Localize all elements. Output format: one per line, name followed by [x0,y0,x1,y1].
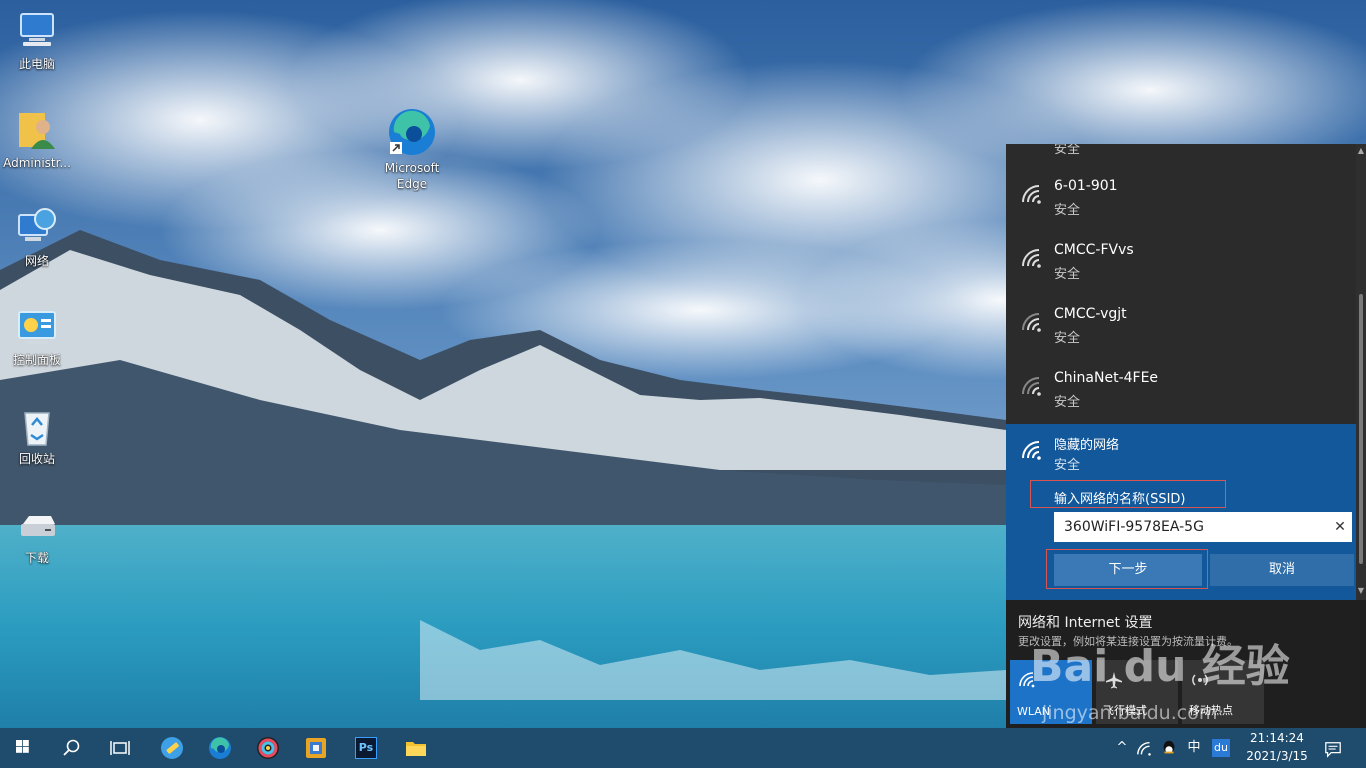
hidden-network-security: 安全 [1054,458,1081,473]
desktop-icon-edge[interactable]: Microsoft Edge [376,106,448,192]
desktop-icon-network[interactable]: 网络 [1,207,73,269]
user-folder-icon [15,109,59,153]
taskbar-app-color[interactable] [244,728,292,768]
clear-icon[interactable]: ✕ [1330,517,1350,537]
taskbar-clock[interactable]: 21:14:24 2021/3/15 [1244,728,1310,768]
taskbar-app-file-explorer[interactable] [392,728,440,768]
next-button[interactable]: 下一步 [1054,554,1202,586]
taskbar-app-photoshop[interactable]: Ps [342,728,390,768]
desktop-icon-control-panel[interactable]: 控制面板 [1,306,73,368]
clock-time: 21:14:24 [1250,731,1304,745]
start-icon [16,740,29,753]
network-flyout: 安全 6-01-901 安全 CMCC-FVvs 安全 CMCC-vgjt 安全… [1006,144,1366,728]
wifi-status-icon[interactable] [1136,740,1154,758]
task-view-icon [110,741,130,755]
desktop-icon-label: Administr... [3,156,71,170]
edge-icon [209,737,231,759]
search-icon [63,739,80,756]
network-ssid: CMCC-vgjt [1054,306,1127,322]
action-center-icon[interactable] [1324,740,1342,758]
wifi-icon [1022,313,1041,332]
partial-security-text: 安全 [1054,144,1081,157]
wifi-icon [1022,377,1041,396]
network-security: 安全 [1054,331,1081,346]
wifi-icon [1022,441,1041,460]
network-settings-link[interactable]: 网络和 Internet 设置 [1018,612,1153,632]
qq-icon[interactable] [1160,739,1178,757]
network-security: 安全 [1054,267,1081,282]
quick-action-label: 移动热点 [1189,704,1233,717]
taskbar: Ps ^ 中 du 21:14:24 2021/3/15 [0,728,1366,768]
desktop-icon-this-pc[interactable]: 此电脑 [1,10,73,72]
quick-action-mobile-hotspot[interactable]: 移动热点 [1182,660,1264,724]
file-explorer-icon [406,742,426,756]
desktop-icon-label: 此电脑 [18,57,55,71]
flyout-scrollbar[interactable]: ▲ ▼ [1356,144,1366,600]
ime-indicator[interactable]: 中 [1184,728,1204,768]
hotspot-icon [1192,674,1208,686]
desktop-icon-label: Microsoft Edge [384,161,440,191]
photoshop-icon: Ps [355,737,377,759]
edge-icon [386,106,438,158]
desktop-icon-label: 回收站 [18,452,55,466]
clock-date: 2021/3/15 [1246,749,1308,763]
network-ssid: CMCC-FVvs [1054,242,1134,258]
search-button[interactable] [48,728,96,768]
network-item[interactable]: ChinaNet-4FEe 安全 [1006,360,1358,424]
desktop-icon-administrator[interactable]: Administr... [1,109,73,171]
wifi-icon [1019,672,1035,688]
cancel-button[interactable]: 取消 [1210,554,1354,586]
ssid-input[interactable] [1054,512,1352,542]
hidden-network-ssid: 隐藏的网络 [1054,438,1120,453]
desktop-icon-label: 下载 [24,551,49,565]
start-button[interactable] [0,728,48,768]
network-security: 安全 [1054,395,1081,410]
desktop-icon-downloads[interactable]: 下载 [1,504,73,566]
network-item[interactable]: CMCC-FVvs 安全 [1006,232,1358,296]
quick-action-airplane-mode[interactable]: 飞行模式 [1096,660,1178,724]
drive-icon [15,504,59,548]
tray-chevron-icon[interactable]: ^ [1112,728,1132,768]
quick-action-label: WLAN [1017,705,1051,718]
taskbar-app-pen[interactable] [148,728,196,768]
color-app-icon [257,737,279,759]
taskbar-app-edge[interactable] [196,728,244,768]
network-ssid: 6-01-901 [1054,178,1118,194]
network-settings-area: 网络和 Internet 设置 更改设置，例如将某连接设置为按流量计费。 WLA… [1006,600,1366,728]
network-icon [15,207,59,251]
quick-action-label: 飞行模式 [1103,704,1147,717]
control-panel-icon [15,306,59,350]
wifi-icon [1022,185,1041,204]
desktop-icon-label: 控制面板 [12,353,61,367]
du-app-icon[interactable]: du [1212,739,1230,757]
taskbar-app-files[interactable] [292,728,340,768]
scroll-down-icon[interactable]: ▼ [1356,586,1366,596]
network-item[interactable]: CMCC-vgjt 安全 [1006,296,1358,360]
computer-icon [15,10,59,54]
scroll-up-icon[interactable]: ▲ [1356,146,1366,156]
files-app-icon [306,738,326,758]
scroll-thumb[interactable] [1359,294,1363,564]
network-settings-description: 更改设置，例如将某连接设置为按流量计费。 [1018,635,1238,648]
airplane-icon [1106,672,1122,689]
network-ssid: ChinaNet-4FEe [1054,370,1159,386]
desktop-icon-recycle-bin[interactable]: 回收站 [1,405,73,467]
task-view-button[interactable] [96,728,144,768]
pen-app-icon [161,737,183,759]
recycle-bin-icon [15,405,59,449]
ssid-input-label: 输入网络的名称(SSID) [1054,492,1186,507]
desktop-icon-label: 网络 [24,254,49,268]
quick-action-wlan[interactable]: WLAN [1010,660,1092,724]
network-security: 安全 [1054,203,1081,218]
wifi-icon [1022,249,1041,268]
network-item[interactable]: 6-01-901 安全 [1006,168,1358,232]
